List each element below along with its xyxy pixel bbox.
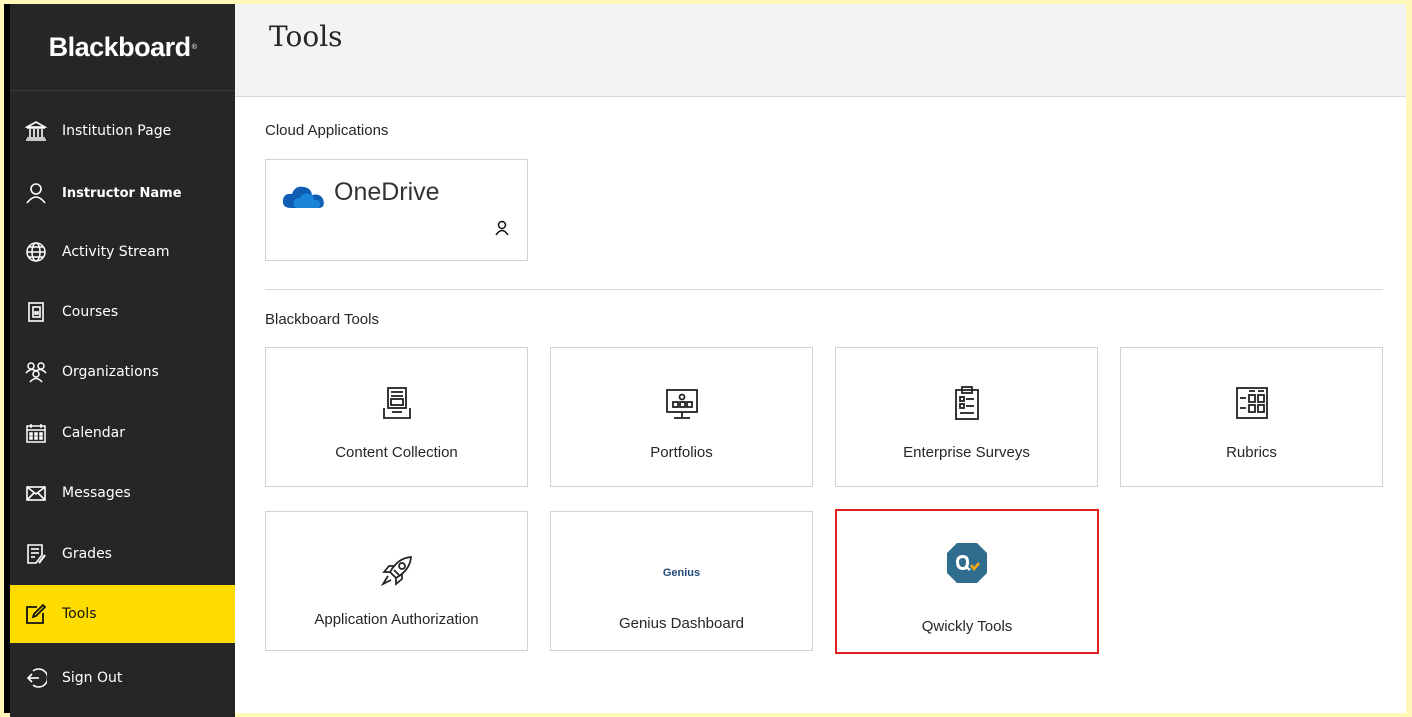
globe-icon xyxy=(24,240,48,264)
tile-label: Application Authorization xyxy=(314,611,479,628)
tile-content-collection[interactable]: Content Collection xyxy=(265,347,528,487)
tile-label: Enterprise Surveys xyxy=(903,444,1030,461)
sidebar-item-label: Grades xyxy=(62,546,112,562)
tile-label: Content Collection xyxy=(335,444,458,461)
brand-registered-mark: ® xyxy=(191,43,197,51)
sidebar-item-label: Messages xyxy=(62,485,131,501)
sidebar-item-courses[interactable]: Courses xyxy=(10,283,235,341)
sidebar-item-sign-out[interactable]: Sign Out xyxy=(10,649,235,707)
tile-onedrive[interactable]: OneDrive xyxy=(265,159,528,261)
sidebar-item-messages[interactable]: Messages xyxy=(10,464,235,522)
portfolios-icon xyxy=(665,388,699,424)
page-header: Tools xyxy=(235,4,1406,97)
sidebar-item-label: Calendar xyxy=(62,425,125,441)
tile-genius-dashboard[interactable]: Genius Genius Dashboard xyxy=(550,511,813,651)
sidebar-item-instructor-name[interactable]: Instructor Name xyxy=(10,164,235,222)
user-icon xyxy=(24,181,48,205)
calendar-icon xyxy=(24,421,48,445)
organizations-icon xyxy=(24,360,48,384)
sidebar-item-organizations[interactable]: Organizations xyxy=(10,343,235,401)
sidebar-item-label: Activity Stream xyxy=(62,244,170,260)
qwickly-logo xyxy=(947,543,987,587)
sidebar-item-label: Institution Page xyxy=(62,123,172,139)
tile-label: Genius Dashboard xyxy=(618,615,745,632)
tile-label: Rubrics xyxy=(1226,444,1277,461)
tile-label: Portfolios xyxy=(650,444,713,461)
sidebar-item-label: Tools xyxy=(62,606,97,622)
section-divider xyxy=(265,289,1383,290)
blackboard-logo[interactable]: Blackboard ® xyxy=(10,4,235,91)
sign-out-icon xyxy=(24,666,48,690)
envelope-icon xyxy=(24,481,48,505)
tile-rubrics[interactable]: Rubrics xyxy=(1120,347,1383,487)
sidebar-item-label: Sign Out xyxy=(62,670,123,686)
sidebar-item-label: Organizations xyxy=(62,364,159,380)
onedrive-label: OneDrive xyxy=(334,178,440,206)
user-icon xyxy=(494,220,510,240)
sidebar-item-tools[interactable]: Tools xyxy=(10,585,235,643)
sidebar-item-activity-stream[interactable]: Activity Stream xyxy=(10,223,235,281)
sidebar-item-grades[interactable]: Grades xyxy=(10,525,235,583)
clipboard-icon xyxy=(953,385,981,425)
courses-icon xyxy=(24,300,48,324)
brand-name: Blackboard xyxy=(48,31,192,62)
content-collection-icon xyxy=(382,386,412,424)
grades-icon xyxy=(24,542,48,566)
page-title: Tools xyxy=(269,20,343,53)
tile-enterprise-surveys[interactable]: Enterprise Surveys xyxy=(835,347,1098,487)
tile-portfolios[interactable]: Portfolios xyxy=(550,347,813,487)
tile-label: Qwickly Tools xyxy=(921,618,1013,635)
sidebar-item-label: Instructor Name xyxy=(62,185,182,201)
section-title-blackboard-tools: Blackboard Tools xyxy=(265,311,379,328)
tile-qwickly-tools[interactable]: Qwickly Tools xyxy=(835,509,1099,654)
tools-icon xyxy=(24,602,48,626)
tile-application-authorization[interactable]: Application Authorization xyxy=(265,511,528,651)
sidebar-item-label: Courses xyxy=(62,304,119,320)
sidebar-item-institution-page[interactable]: Institution Page xyxy=(10,102,235,160)
onedrive-cloud-icon xyxy=(281,182,327,214)
main-content: Tools Cloud Applications OneDrive Blackb… xyxy=(235,4,1406,713)
section-title-cloud-applications: Cloud Applications xyxy=(265,122,389,139)
rubrics-icon xyxy=(1235,386,1269,424)
sidebar: Blackboard ® Institution Page Instructor … xyxy=(10,4,235,717)
sidebar-item-calendar[interactable]: Calendar xyxy=(10,404,235,462)
institution-icon xyxy=(24,119,48,143)
genius-logo: Genius xyxy=(662,567,701,579)
rocket-icon xyxy=(380,554,414,592)
